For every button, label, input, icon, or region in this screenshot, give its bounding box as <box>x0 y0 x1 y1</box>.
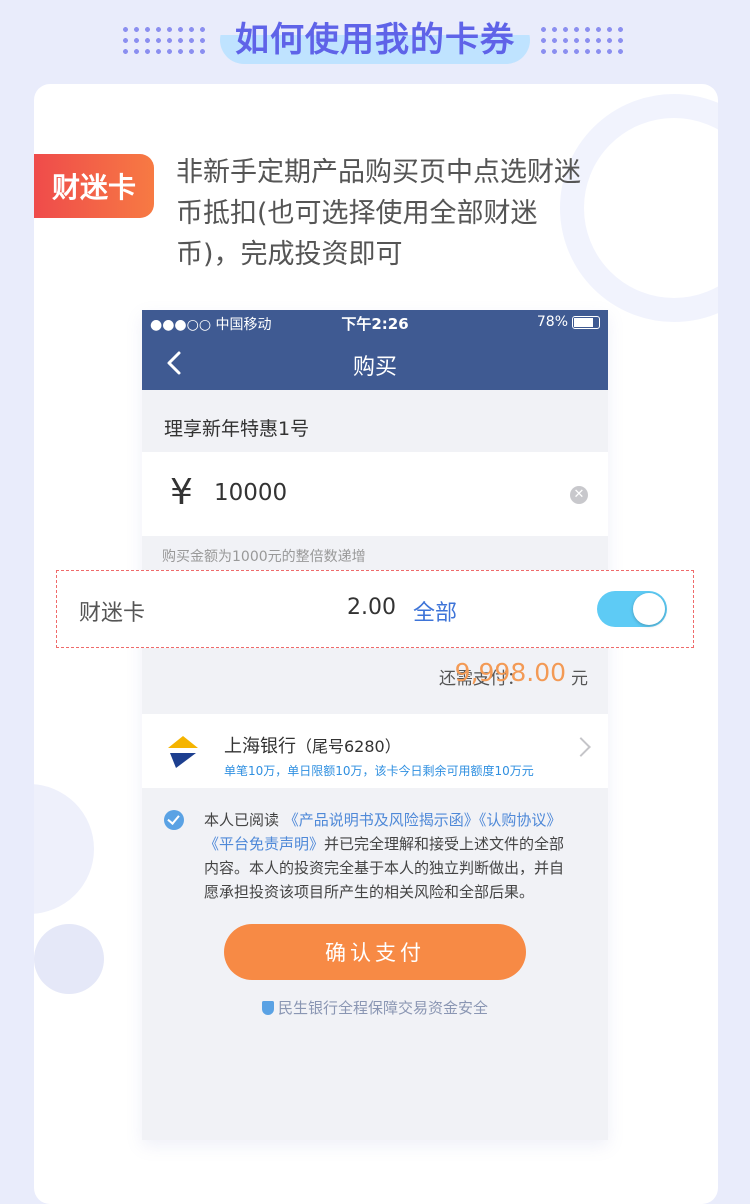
currency-symbol: ¥ <box>170 472 193 513</box>
instruction-text: 非新手定期产品购买页中点选财迷币抵扣(也可选择使用全部财迷币)，完成投资即可 <box>176 157 581 270</box>
circle-decoration-small <box>34 924 104 994</box>
clear-icon[interactable]: ✕ <box>570 486 588 504</box>
amount-input[interactable]: 10000 <box>214 480 287 506</box>
safety-note: 民生银行全程保障交易资金安全 <box>142 997 608 1018</box>
coin-toggle[interactable] <box>597 591 667 627</box>
subscription-agreement-link[interactable]: 《认购协议》 <box>479 811 562 829</box>
shield-icon <box>261 1001 274 1015</box>
safety-text: 民生银行全程保障交易资金安全 <box>277 999 488 1017</box>
dots-decoration-right <box>538 24 628 54</box>
coin-value: 2.00 <box>347 595 396 620</box>
product-name: 理享新年特惠1号 <box>164 418 310 440</box>
bank-limit: 单笔10万，单日限额10万，该卡今日剩余可用额度10万元 <box>224 764 534 778</box>
bank-name: 上海银行（尾号6280） <box>224 732 401 758</box>
disclaimer-link[interactable]: 《平台免责声明》 <box>204 835 324 853</box>
use-all-link[interactable]: 全部 <box>413 595 457 627</box>
chevron-right-icon <box>571 737 591 757</box>
status-right: 78% <box>537 314 600 330</box>
agreement-text: 本人已阅读 《产品说明书及风险揭示函》《认购协议》 《平台免责声明》并已完全理解… <box>204 808 576 904</box>
phone-screenshot: ●●●○○ 中国移动 下午2:26 78% 购买 理享新年特惠1号 ¥ 1000… <box>142 310 608 1140</box>
page-header: 如何使用我的卡券 <box>0 0 750 82</box>
payment-unit: 元 <box>571 669 588 689</box>
payment-amount: 9,998.00 <box>454 658 566 687</box>
battery-icon <box>572 315 600 329</box>
dots-decoration-left <box>120 24 210 54</box>
status-bar: ●●●○○ 中国移动 下午2:26 78% <box>142 310 608 336</box>
bank-card-selector[interactable]: 上海银行（尾号6280） 单笔10万，单日限额10万，该卡今日剩余可用额度10万… <box>142 714 608 788</box>
bank-logo-icon <box>168 736 198 768</box>
agreement-checkbox[interactable] <box>164 810 184 830</box>
amount-hint: 购买金额为1000元的整倍数递增 <box>162 549 366 565</box>
coin-label: 财迷卡 <box>79 601 146 626</box>
confirm-payment-button[interactable]: 确认支付 <box>224 924 526 980</box>
bank-card-tail: （尾号6280） <box>296 737 401 756</box>
circle-decoration <box>34 784 94 914</box>
nav-title: 购买 <box>352 355 397 380</box>
nav-bar: 购买 <box>142 336 608 390</box>
agreement-prefix: 本人已阅读 <box>204 811 280 829</box>
card-type-badge: 财迷卡 <box>34 154 154 218</box>
payment-summary: 还需支付： 9,998.00 元 <box>142 650 608 704</box>
coin-deduction-row: 财迷卡 2.00 全部 <box>56 570 694 648</box>
page-title: 如何使用我的卡券 <box>235 20 515 60</box>
product-doc-link[interactable]: 《产品说明书及风险揭示函》 <box>284 811 479 829</box>
amount-input-row[interactable]: ¥ 10000 ✕ <box>142 452 608 536</box>
toggle-knob <box>633 593 665 625</box>
bank-name-text: 上海银行 <box>224 736 296 757</box>
battery-percent: 78% <box>536 314 568 330</box>
